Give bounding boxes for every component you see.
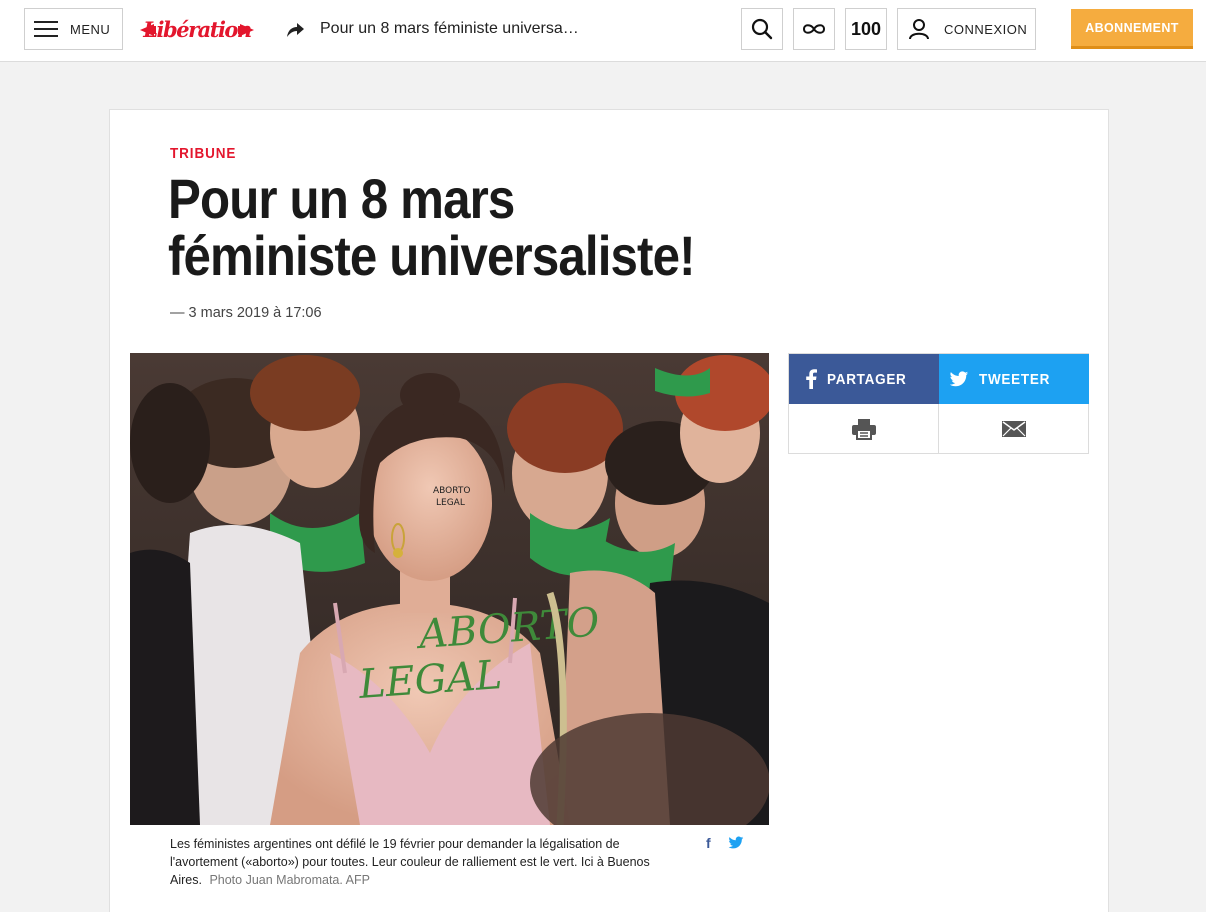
article-date: — 3 mars 2019 à 17:06 — [170, 305, 322, 321]
logo-text: Libération — [143, 16, 252, 42]
facebook-share-button[interactable]: PARTAGER — [789, 354, 939, 404]
facebook-icon — [806, 369, 817, 389]
svg-text:ABORTO: ABORTO — [433, 486, 470, 496]
search-button[interactable] — [741, 8, 783, 50]
top-navigation-bar: MENU Libération Pour un 8 mars féministe… — [0, 0, 1206, 62]
hamburger-icon — [34, 21, 58, 37]
connexion-button[interactable]: CONNEXION — [897, 8, 1036, 50]
photo-caption: Les féministes argentines ont défilé le … — [170, 835, 670, 889]
abonnement-button[interactable]: ABONNEMENT — [1071, 9, 1193, 49]
svg-text:LEGAL: LEGAL — [436, 498, 465, 508]
article-card: TRIBUNE Pour un 8 mars féministe univers… — [109, 109, 1109, 912]
twitter-icon — [949, 370, 969, 386]
liberation-logo[interactable]: Libération — [140, 8, 254, 50]
connexion-label: CONNEXION — [944, 21, 1028, 37]
photo-credit: Photo Juan Mabromata. AFP — [209, 873, 370, 887]
article-photo: ABORTO LEGAL ABORTO LEGAL — [130, 353, 769, 825]
infinity-button[interactable] — [793, 8, 835, 50]
menu-label: MENU — [70, 21, 111, 37]
article-kicker[interactable]: TRIBUNE — [170, 145, 236, 162]
twitter-share-button[interactable]: TWEETER — [939, 354, 1089, 404]
nav-article-headline[interactable]: Pour un 8 mars féministe universa… — [320, 20, 579, 38]
search-icon — [751, 18, 773, 40]
mail-icon — [1002, 421, 1026, 437]
print-icon — [851, 419, 876, 440]
facebook-share-label: PARTAGER — [827, 370, 907, 388]
user-icon — [909, 19, 929, 40]
caption-facebook-icon[interactable]: f — [706, 835, 711, 851]
infinity-icon — [802, 24, 826, 34]
caption-twitter-icon[interactable] — [728, 836, 744, 850]
article-title: Pour un 8 mars féministe universaliste! — [168, 167, 696, 287]
menu-button[interactable]: MENU — [24, 8, 123, 50]
counter-100-button[interactable]: 100 — [845, 8, 887, 50]
share-arrow-icon — [287, 23, 304, 37]
share-box: PARTAGER TWEETER — [788, 353, 1089, 454]
print-button[interactable] — [789, 404, 939, 454]
twitter-share-label: TWEETER — [979, 370, 1051, 388]
protest-photo-illustration: ABORTO LEGAL ABORTO LEGAL — [130, 353, 769, 825]
email-button[interactable] — [939, 404, 1089, 454]
